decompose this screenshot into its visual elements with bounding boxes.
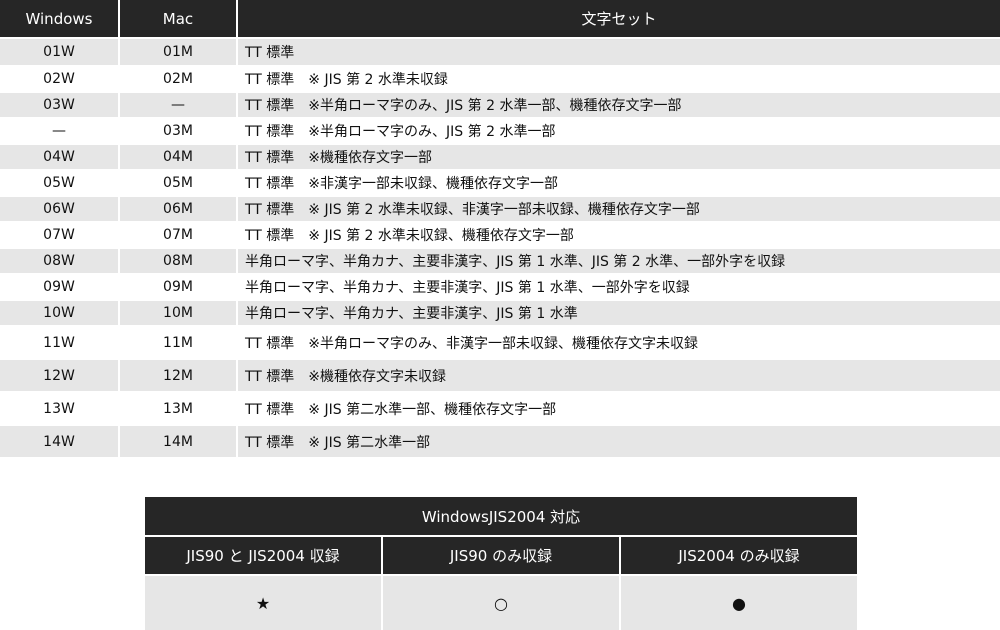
- table-row: 13W 13M TT 標準 ※ JIS 第二水準一部、機種依存文字一部: [0, 391, 1000, 425]
- mac-cell: 14M: [119, 424, 238, 457]
- mac-cell: 10M: [119, 299, 238, 326]
- table-row: 14W 14M TT 標準 ※ JIS 第二水準一部: [0, 424, 1000, 457]
- jis-table-title: WindowsJIS2004 対応: [145, 497, 858, 537]
- table-row: 06W 06M TT 標準 ※ JIS 第 2 水準未収録、非漢字一部未収録、機…: [0, 195, 1000, 222]
- charset-cell: TT 標準 ※ JIS 第二水準一部: [237, 424, 1000, 457]
- windows-cell: 10W: [0, 299, 120, 326]
- jis2004-legend-table: WindowsJIS2004 対応 JIS90 と JIS2004 収録 JIS…: [145, 497, 858, 630]
- mac-cell: 06M: [119, 195, 238, 222]
- mac-cell: 02M: [119, 65, 238, 92]
- table-row: 01W 01M TT 標準: [0, 37, 1000, 66]
- charset-cell: 半角ローマ字、半角カナ、主要非漢字、JIS 第 1 水準、JIS 第 2 水準、…: [237, 247, 1000, 274]
- table-row: 08W 08M 半角ローマ字、半角カナ、主要非漢字、JIS 第 1 水準、JIS…: [0, 247, 1000, 274]
- filled-circle-icon: ●: [620, 574, 858, 630]
- charset-cell: TT 標準 ※機種依存文字一部: [237, 143, 1000, 170]
- windows-cell: 13W: [0, 391, 120, 425]
- table-row: — 03M TT 標準 ※半角ローマ字のみ、JIS 第 2 水準一部: [0, 117, 1000, 144]
- mac-cell: 03M: [119, 117, 238, 144]
- table-row: 11W 11M TT 標準 ※半角ローマ字のみ、非漢字一部未収録、機種依存文字未…: [0, 325, 1000, 359]
- windows-cell: 08W: [0, 247, 120, 274]
- windows-cell: 09W: [0, 273, 120, 300]
- windows-cell: 02W: [0, 65, 120, 92]
- mac-cell: 01M: [119, 37, 238, 66]
- windows-cell: 04W: [0, 143, 120, 170]
- jis-header-jis90-only: JIS90 のみ収録: [382, 536, 621, 575]
- windows-cell: —: [0, 117, 120, 144]
- charset-cell: TT 標準 ※ JIS 第 2 水準未収録、機種依存文字一部: [237, 221, 1000, 248]
- charset-cell: TT 標準 ※ JIS 第 2 水準未収録: [237, 65, 1000, 92]
- mac-cell: 09M: [119, 273, 238, 300]
- open-circle-icon: ○: [382, 574, 621, 630]
- windows-cell: 07W: [0, 221, 120, 248]
- table-row: 03W — TT 標準 ※半角ローマ字のみ、JIS 第 2 水準一部、機種依存文…: [0, 91, 1000, 118]
- charset-cell: 半角ローマ字、半角カナ、主要非漢字、JIS 第 1 水準: [237, 299, 1000, 326]
- mac-cell: —: [119, 91, 238, 118]
- font-charset-table: Windows Mac 文字セット 01W 01M TT 標準 02W 02M …: [0, 0, 1000, 457]
- table-row: 12W 12M TT 標準 ※機種依存文字未収録: [0, 358, 1000, 392]
- jis-title-row: WindowsJIS2004 対応: [145, 497, 858, 537]
- table-row: 09W 09M 半角ローマ字、半角カナ、主要非漢字、JIS 第 1 水準、一部外…: [0, 273, 1000, 300]
- table-row: 07W 07M TT 標準 ※ JIS 第 2 水準未収録、機種依存文字一部: [0, 221, 1000, 248]
- windows-cell: 01W: [0, 37, 120, 66]
- jis-symbol-row: ★ ○ ●: [145, 574, 858, 630]
- table-row: 05W 05M TT 標準 ※非漢字一部未収録、機種依存文字一部: [0, 169, 1000, 196]
- charset-cell: TT 標準 ※機種依存文字未収録: [237, 358, 1000, 392]
- windows-cell: 14W: [0, 424, 120, 457]
- charset-cell: TT 標準 ※半角ローマ字のみ、JIS 第 2 水準一部、機種依存文字一部: [237, 91, 1000, 118]
- mac-cell: 04M: [119, 143, 238, 170]
- charset-cell: 半角ローマ字、半角カナ、主要非漢字、JIS 第 1 水準、一部外字を収録: [237, 273, 1000, 300]
- charset-cell: TT 標準 ※非漢字一部未収録、機種依存文字一部: [237, 169, 1000, 196]
- mac-cell: 12M: [119, 358, 238, 392]
- header-charset: 文字セット: [237, 0, 1000, 38]
- mac-cell: 11M: [119, 325, 238, 359]
- star-icon: ★: [145, 574, 383, 630]
- mac-cell: 08M: [119, 247, 238, 274]
- header-windows: Windows: [0, 0, 120, 38]
- charset-cell: TT 標準 ※ JIS 第二水準一部、機種依存文字一部: [237, 391, 1000, 425]
- mac-cell: 07M: [119, 221, 238, 248]
- jis-header-row: JIS90 と JIS2004 収録 JIS90 のみ収録 JIS2004 のみ…: [145, 536, 858, 575]
- mac-cell: 13M: [119, 391, 238, 425]
- windows-cell: 06W: [0, 195, 120, 222]
- mac-cell: 05M: [119, 169, 238, 196]
- windows-cell: 05W: [0, 169, 120, 196]
- table-row: 02W 02M TT 標準 ※ JIS 第 2 水準未収録: [0, 65, 1000, 92]
- charset-cell: TT 標準 ※半角ローマ字のみ、JIS 第 2 水準一部: [237, 117, 1000, 144]
- table-row: 04W 04M TT 標準 ※機種依存文字一部: [0, 143, 1000, 170]
- table-row: 10W 10M 半角ローマ字、半角カナ、主要非漢字、JIS 第 1 水準: [0, 299, 1000, 326]
- header-mac: Mac: [119, 0, 238, 38]
- jis-header-jis2004-only: JIS2004 のみ収録: [620, 536, 858, 575]
- charset-cell: TT 標準 ※半角ローマ字のみ、非漢字一部未収録、機種依存文字未収録: [237, 325, 1000, 359]
- windows-cell: 12W: [0, 358, 120, 392]
- charset-cell: TT 標準: [237, 37, 1000, 66]
- charset-cell: TT 標準 ※ JIS 第 2 水準未収録、非漢字一部未収録、機種依存文字一部: [237, 195, 1000, 222]
- jis-header-both: JIS90 と JIS2004 収録: [145, 536, 383, 575]
- windows-cell: 11W: [0, 325, 120, 359]
- windows-cell: 03W: [0, 91, 120, 118]
- header-row: Windows Mac 文字セット: [0, 0, 1000, 38]
